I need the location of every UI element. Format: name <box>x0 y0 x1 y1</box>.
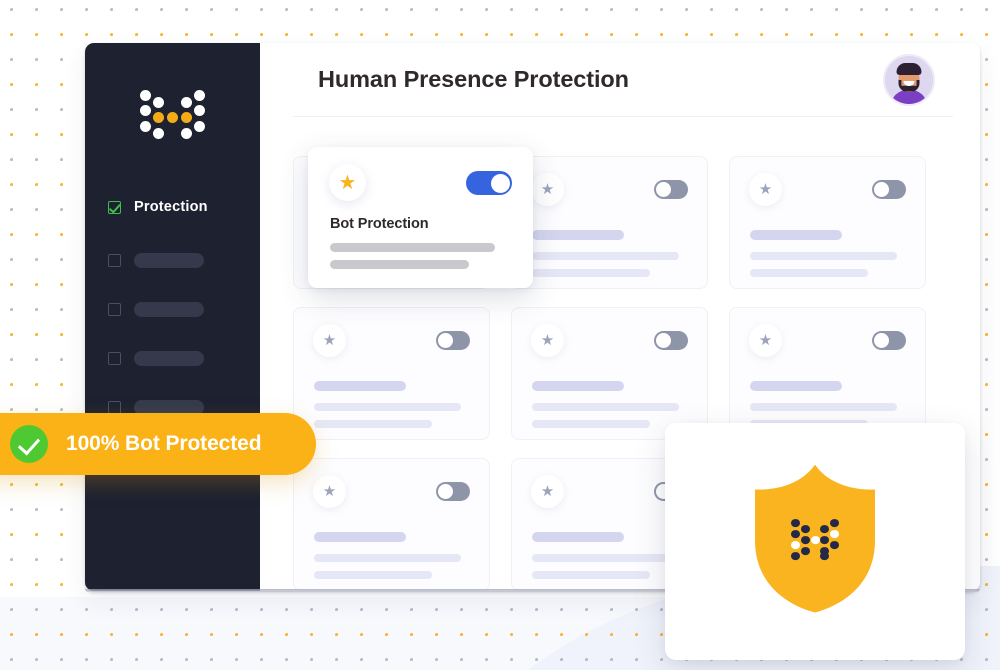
card-text-placeholder <box>532 403 679 411</box>
card-text-placeholder <box>532 554 679 562</box>
star-icon[interactable]: ★ <box>313 475 346 508</box>
card-text-placeholder <box>750 269 868 277</box>
feature-card[interactable]: ★ <box>293 458 490 591</box>
sidebar-item-placeholder-bar <box>134 350 204 366</box>
header-divider <box>293 116 953 117</box>
star-icon[interactable]: ★ <box>531 324 564 357</box>
card-text-placeholder <box>314 571 432 579</box>
card-title-placeholder <box>314 381 406 391</box>
sidebar-item-protection[interactable]: Protection <box>85 194 260 220</box>
card-text-placeholder <box>532 252 679 260</box>
shield-with-dot-logo-icon <box>753 465 877 613</box>
avatar-body <box>891 89 927 104</box>
checkbox-icon[interactable] <box>108 400 121 414</box>
toggle-switch[interactable] <box>436 331 470 350</box>
card-title-placeholder <box>750 381 842 391</box>
feature-card[interactable]: ★ <box>511 156 708 289</box>
card-text-placeholder <box>750 403 897 411</box>
bot-protection-card[interactable]: ★ Bot Protection <box>308 147 533 288</box>
bot-protection-title: Bot Protection <box>330 216 429 232</box>
card-text-placeholder <box>330 260 469 269</box>
check-circle-icon <box>10 425 48 463</box>
card-title-placeholder <box>532 532 624 542</box>
status-badge: 100% Bot Protected <box>0 413 316 475</box>
checkbox-checked-icon[interactable] <box>108 200 121 214</box>
star-icon[interactable]: ★ <box>531 475 564 508</box>
status-badge-label: 100% Bot Protected <box>66 432 262 455</box>
card-text-placeholder <box>532 269 650 277</box>
sidebar-nav: Protection <box>85 194 260 420</box>
card-text-placeholder <box>314 420 432 428</box>
card-text-placeholder <box>314 403 461 411</box>
feature-card[interactable]: ★ <box>729 307 926 440</box>
sidebar-item-label: Protection <box>134 199 208 215</box>
toggle-switch[interactable] <box>436 482 470 501</box>
star-icon[interactable]: ★ <box>313 324 346 357</box>
dot-matrix-h-logo-icon <box>134 85 212 147</box>
sidebar-item-placeholder-3[interactable] <box>85 345 260 371</box>
card-title-placeholder <box>750 230 842 240</box>
card-text-placeholder <box>330 243 495 252</box>
sidebar-item-placeholder-2[interactable] <box>85 296 260 322</box>
checkbox-icon[interactable] <box>108 302 121 316</box>
shield-panel <box>665 423 965 660</box>
feature-card[interactable]: ★ <box>293 307 490 440</box>
star-icon[interactable]: ★ <box>749 324 782 357</box>
star-icon[interactable]: ★ <box>749 173 782 206</box>
sidebar-item-placeholder-bar <box>134 301 204 317</box>
card-title-placeholder <box>314 532 406 542</box>
card-text-placeholder <box>532 420 650 428</box>
star-icon[interactable]: ★ <box>531 173 564 206</box>
toggle-switch[interactable] <box>872 180 906 199</box>
checkbox-icon[interactable] <box>108 253 121 267</box>
toggle-switch[interactable] <box>654 180 688 199</box>
toggle-switch[interactable] <box>872 331 906 350</box>
card-text-placeholder <box>314 554 461 562</box>
sidebar: Protection <box>85 43 260 591</box>
dot-matrix-h-logo-icon <box>787 515 843 561</box>
avatar-hair <box>896 62 922 75</box>
card-text-placeholder <box>532 571 650 579</box>
checkbox-icon[interactable] <box>108 351 121 365</box>
toggle-switch[interactable] <box>654 331 688 350</box>
bot-protection-toggle[interactable] <box>466 171 512 195</box>
card-text-placeholder <box>750 252 897 260</box>
star-icon[interactable]: ★ <box>329 164 366 201</box>
avatar[interactable] <box>883 53 935 106</box>
card-title-placeholder <box>532 230 624 240</box>
feature-card[interactable]: ★ <box>511 307 708 440</box>
page-header: Human Presence Protection <box>260 43 980 116</box>
sidebar-item-placeholder-1[interactable] <box>85 247 260 273</box>
page-title: Human Presence Protection <box>318 66 629 92</box>
card-title-placeholder <box>532 381 624 391</box>
sidebar-item-placeholder-bar <box>134 252 204 268</box>
feature-card[interactable]: ★ <box>729 156 926 289</box>
